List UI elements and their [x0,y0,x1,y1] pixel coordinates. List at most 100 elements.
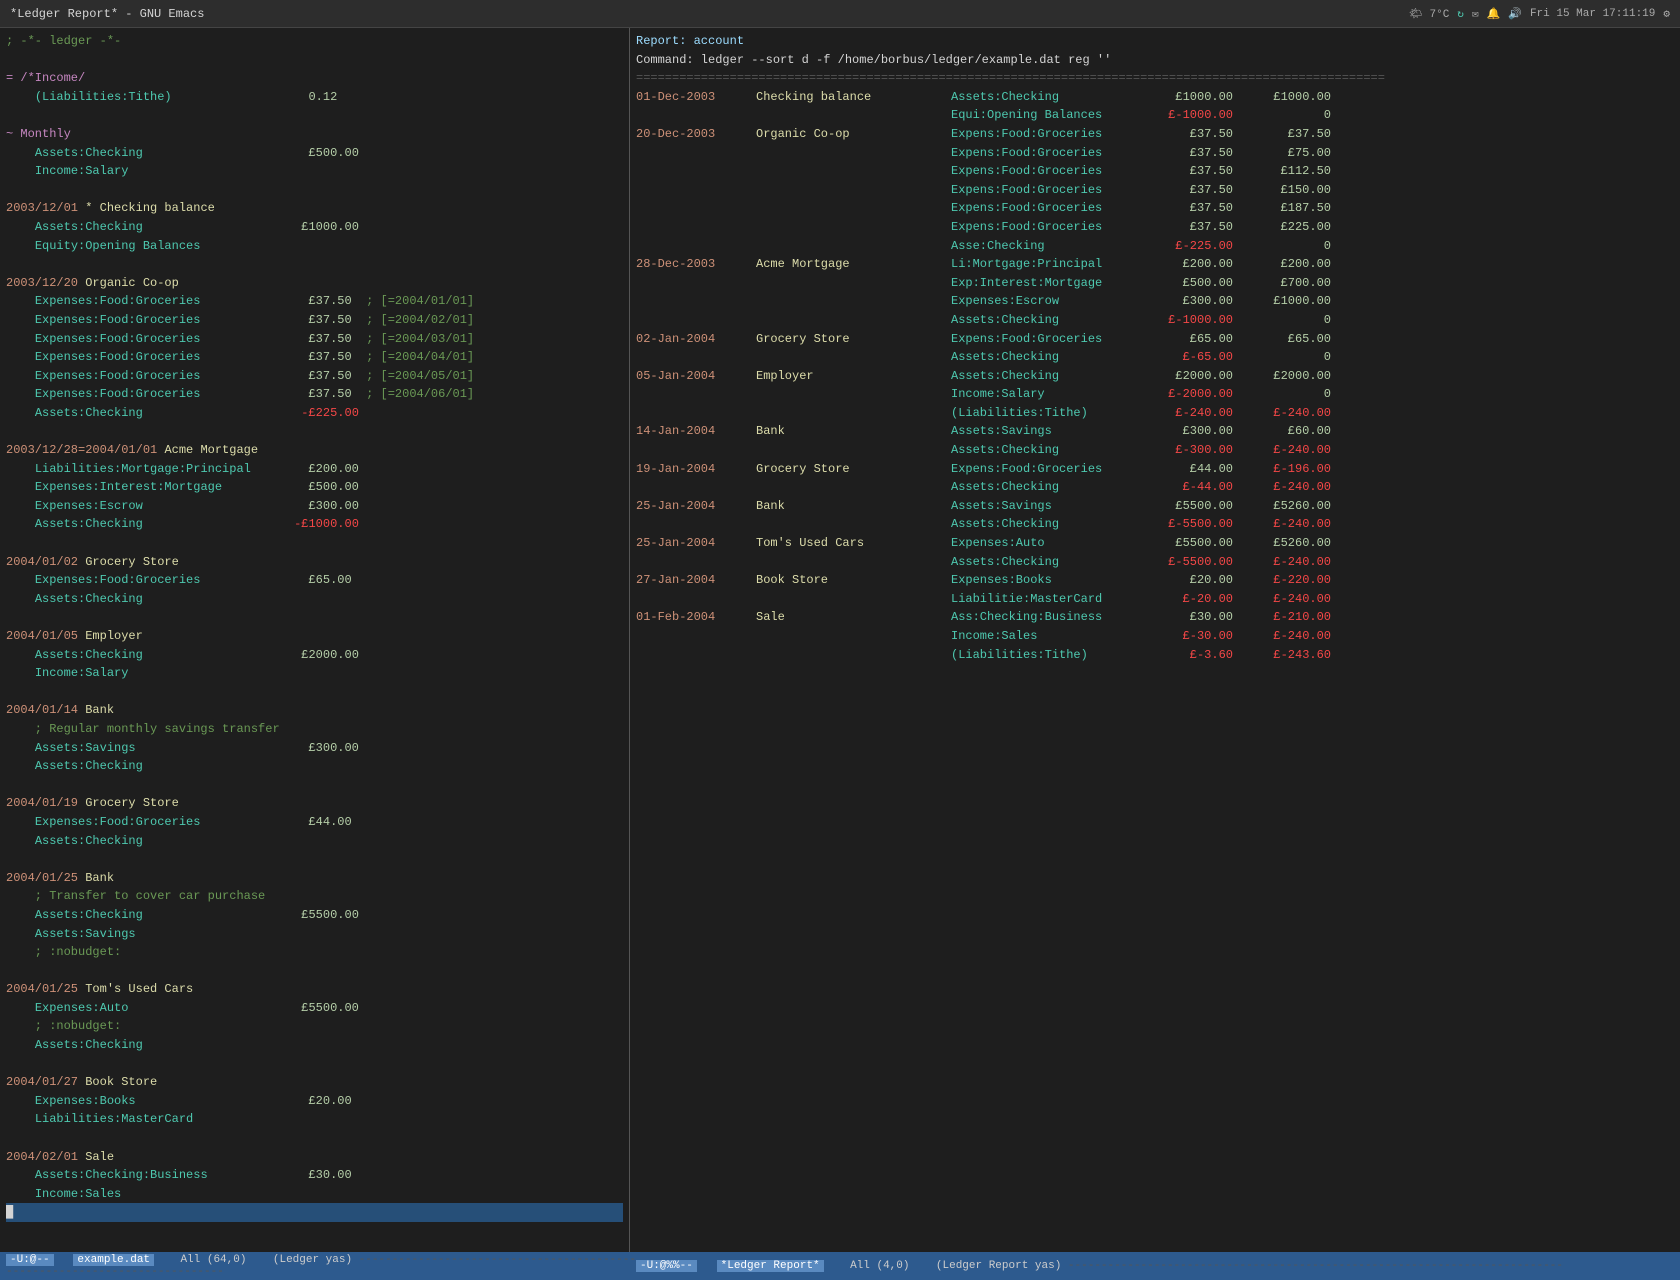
blank-line-13 [6,1129,623,1148]
txn-2003-12-28: 2003/12/28=2004/01/01 Acme Mortgage [6,441,623,460]
r-date [636,199,756,218]
r-account: Equi:Opening Balances [951,106,1151,125]
status-filename-right: *Ledger Report* [717,1260,824,1272]
r-payee [756,292,951,311]
r-running: £5260.00 [1241,534,1331,553]
r-running: £37.50 [1241,125,1331,144]
posting-groceries-2: Expenses:Food:Groceries £37.50 ; [=2004/… [6,311,623,330]
blank-line-10 [6,850,623,869]
report-row-1: 01-Dec-2003 Checking balance Assets:Chec… [636,88,1674,107]
r-payee [756,106,951,125]
r-date [636,627,756,646]
posting-checking-cars: Assets:Checking [6,1036,623,1055]
r-amount: £5500.00 [1151,497,1241,516]
blank-line-9 [6,776,623,795]
r-payee: Organic Co-op [756,125,951,144]
status-mode-right: -U:@%%-- [636,1260,697,1272]
r-date [636,646,756,665]
posting-books-20: Expenses:Books £20.00 [6,1092,623,1111]
posting-income-sales: Income:Sales [6,1185,623,1204]
r-amount: £37.50 [1151,144,1241,163]
r-account: Assets:Savings [951,422,1151,441]
posting-savings-300: Assets:Savings £300.00 [6,739,623,758]
r-running: £60.00 [1241,422,1331,441]
r-account: Income:Salary [951,385,1151,404]
r-account: Expens:Food:Groceries [951,218,1151,237]
comment-savings-transfer: ; Regular monthly savings transfer [6,720,623,739]
r-account: Assets:Savings [951,497,1151,516]
r-payee: Sale [756,608,951,627]
weather-icon: 🌤 7°C [1409,7,1449,21]
refresh-icon[interactable]: ↻ [1457,7,1464,21]
r-amount: £37.50 [1151,199,1241,218]
r-account: Assets:Checking [951,367,1151,386]
txn-2004-02-01: 2004/02/01 Sale [6,1148,623,1167]
report-row-25: 25-Jan-2004 Tom's Used Cars Expenses:Aut… [636,534,1674,553]
directive-income: = /*Income/ [6,69,623,88]
posting-auto-5500: Expenses:Auto £5500.00 [6,999,623,1018]
r-account: Asse:Checking [951,237,1151,256]
blank-line-3 [6,181,623,200]
status-info-left: All (64,0) [180,1254,246,1266]
r-amount: £-30.00 [1151,627,1241,646]
r-running: 0 [1241,311,1331,330]
r-date [636,181,756,200]
report-row-28: Liabilitie:MasterCard £-20.00 £-240.00 [636,590,1674,609]
posting-checking-bank: Assets:Checking [6,757,623,776]
report-row-27: 27-Jan-2004 Book Store Expenses:Books £2… [636,571,1674,590]
r-amount: £500.00 [1151,274,1241,293]
blank-line-7 [6,608,623,627]
cursor-line: █ [6,1203,623,1222]
report-row-12: Expenses:Escrow £300.00 £1000.00 [636,292,1674,311]
r-account: Expenses:Auto [951,534,1151,553]
titlebar: *Ledger Report* - GNU Emacs 🌤 7°C ↻ ✉ 🔔 … [0,0,1680,28]
posting-checking-neg1000: Assets:Checking -£1000.00 [6,515,623,534]
r-payee: Grocery Store [756,460,951,479]
txn-2004-01-19: 2004/01/19 Grocery Store [6,794,623,813]
r-payee [756,646,951,665]
r-payee [756,404,951,423]
r-payee: Employer [756,367,951,386]
r-payee: Book Store [756,571,951,590]
r-payee: Bank [756,422,951,441]
blank-line-2 [6,106,623,125]
r-account: Assets:Checking [951,515,1151,534]
r-date: 25-Jan-2004 [636,534,756,553]
r-date [636,553,756,572]
r-date [636,441,756,460]
r-running: £225.00 [1241,218,1331,237]
r-amount: £300.00 [1151,422,1241,441]
r-payee: Grocery Store [756,330,951,349]
r-running: £-240.00 [1241,590,1331,609]
r-date: 01-Feb-2004 [636,608,756,627]
settings-icon[interactable]: ⚙ [1663,7,1670,21]
statusbar-left: -U:@-- example.dat All (64,0) (Ledger ya… [6,1254,636,1278]
report-row-31: (Liabilities:Tithe) £-3.60 £-243.60 [636,646,1674,665]
posting-income-salary: Income:Salary [6,664,623,683]
r-date [636,106,756,125]
r-payee [756,590,951,609]
r-payee [756,237,951,256]
left-pane-content: ; -*- ledger -*- = /*Income/ (Liabilitie… [6,32,623,1248]
posting-groceries-4: Expenses:Food:Groceries £37.50 ; [=2004/… [6,348,623,367]
report-row-8: Expens:Food:Groceries £37.50 £225.00 [636,218,1674,237]
txn-2004-01-25-bank: 2004/01/25 Bank [6,869,623,888]
r-payee [756,199,951,218]
r-amount: £-1000.00 [1151,106,1241,125]
txn-2004-01-27: 2004/01/27 Book Store [6,1073,623,1092]
status-mode2-right: (Ledger Report yas) [936,1260,1061,1272]
r-account: Income:Sales [951,627,1151,646]
r-payee [756,385,951,404]
posting-checking-grocery2: Assets:Checking [6,832,623,851]
comment-car: ; Transfer to cover car purchase [6,887,623,906]
right-pane: Report: account Command: ledger --sort d… [630,28,1680,1252]
r-amount: £-5500.00 [1151,553,1241,572]
report-row-21: 19-Jan-2004 Grocery Store Expens:Food:Gr… [636,460,1674,479]
r-date [636,404,756,423]
titlebar-right: 🌤 7°C ↻ ✉ 🔔 🔊 Fri 15 Mar 17:11:19 ⚙ [1409,7,1670,21]
r-amount: £5500.00 [1151,534,1241,553]
r-amount: £20.00 [1151,571,1241,590]
r-amount: £44.00 [1151,460,1241,479]
r-payee [756,144,951,163]
r-account: (Liabilities:Tithe) [951,646,1151,665]
